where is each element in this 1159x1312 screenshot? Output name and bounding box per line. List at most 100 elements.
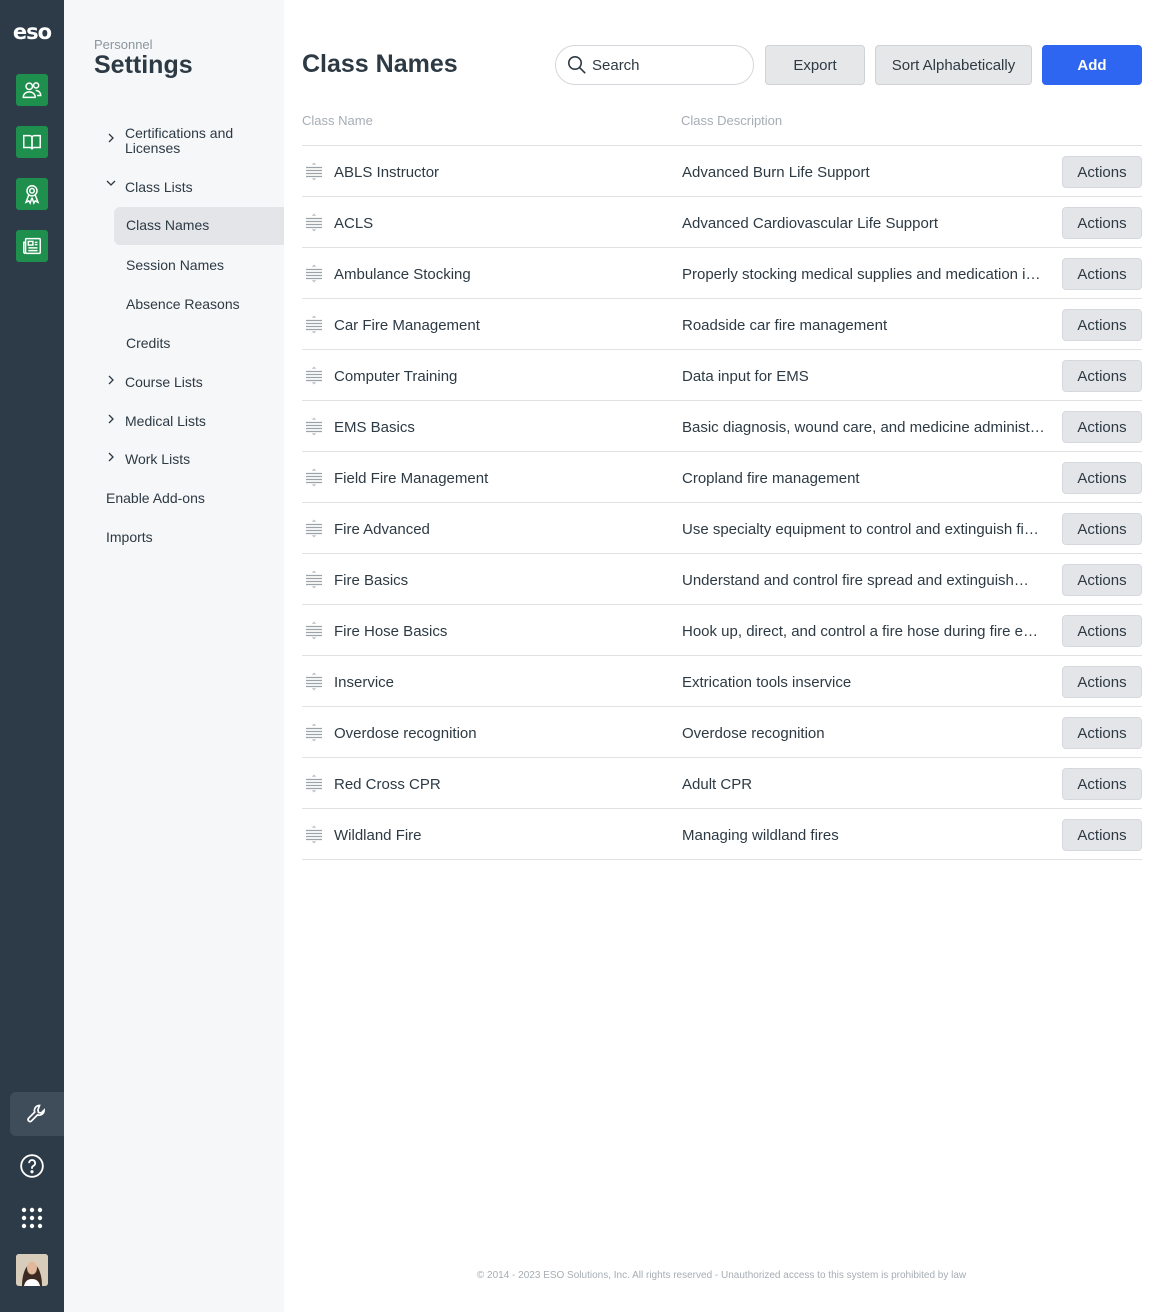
nav-item-work-lists[interactable]: Work Lists xyxy=(125,452,190,467)
class-description-cell: Use specialty equipment to control and e… xyxy=(682,521,1039,538)
column-header-class-name[interactable]: Class Name xyxy=(302,113,373,128)
actions-button[interactable]: Actions xyxy=(1062,615,1142,647)
avatar[interactable] xyxy=(16,1254,48,1286)
settings-nav: Personnel Settings Certifications and Li… xyxy=(64,0,284,1312)
wrench-icon[interactable] xyxy=(10,1092,64,1136)
nav-item-class-lists[interactable]: Class Lists xyxy=(125,180,193,195)
help-icon[interactable] xyxy=(0,1144,64,1188)
class-description-cell: Overdose recognition xyxy=(682,725,825,742)
class-name-cell: Ambulance Stocking xyxy=(334,266,471,283)
nav-item-imports[interactable]: Imports xyxy=(106,530,153,545)
table-row[interactable]: Fire Basics Understand and control fire s… xyxy=(302,554,1142,605)
class-name-cell: Fire Advanced xyxy=(334,521,430,538)
nav-item-credits[interactable]: Credits xyxy=(126,336,170,351)
drag-handle-icon[interactable] xyxy=(305,825,323,844)
drag-handle-icon[interactable] xyxy=(305,315,323,334)
nav-item-course-lists[interactable]: Course Lists xyxy=(125,375,203,390)
book-icon[interactable] xyxy=(16,126,48,158)
actions-button[interactable]: Actions xyxy=(1062,360,1142,392)
actions-button[interactable]: Actions xyxy=(1062,462,1142,494)
actions-button[interactable]: Actions xyxy=(1062,411,1142,443)
main-content: Class Names Export Sort Alphabetically A… xyxy=(284,0,1159,1312)
actions-button[interactable]: Actions xyxy=(1062,819,1142,851)
actions-button[interactable]: Actions xyxy=(1062,768,1142,800)
table-row[interactable]: Fire Advanced Use specialty equipment to … xyxy=(302,503,1142,554)
table-row[interactable]: Red Cross CPR Adult CPR Actions xyxy=(302,758,1142,809)
nav-item-certifications[interactable]: Certifications and Licenses xyxy=(125,126,265,156)
class-name-cell: ACLS xyxy=(334,215,374,232)
class-name-cell: Inservice xyxy=(334,674,395,691)
search-icon xyxy=(568,56,586,74)
drag-handle-icon[interactable] xyxy=(305,417,323,436)
drag-handle-icon[interactable] xyxy=(305,672,323,691)
class-name-cell: Red Cross CPR xyxy=(334,776,441,793)
nav-item-medical-lists[interactable]: Medical Lists xyxy=(125,414,206,429)
class-name-cell: Fire Hose Basics xyxy=(334,623,448,640)
chevron-right-icon[interactable] xyxy=(106,452,116,462)
class-description-cell: Properly stocking medical supplies and m… xyxy=(682,266,1041,283)
class-name-cell: ABLS Instructor xyxy=(334,164,440,181)
eso-logo[interactable]: eso xyxy=(0,20,64,44)
class-name-cell: Wildland Fire xyxy=(334,827,422,844)
award-icon[interactable] xyxy=(16,178,48,210)
chevron-right-icon[interactable] xyxy=(106,375,116,385)
nav-context: Personnel xyxy=(94,37,153,52)
table-row[interactable]: Overdose recognition Overdose recognition… xyxy=(302,707,1142,758)
drag-handle-icon[interactable] xyxy=(305,264,323,283)
nav-item-class-names[interactable]: Class Names xyxy=(114,207,284,245)
table-row[interactable]: Wildland Fire Managing wildland fires Acti… xyxy=(302,809,1142,860)
app-grid-icon[interactable] xyxy=(0,1196,64,1240)
app-rail: eso xyxy=(0,0,64,1312)
column-header-class-description[interactable]: Class Description xyxy=(681,113,782,128)
table-row[interactable]: Inservice Extrication tools inservice Acti… xyxy=(302,656,1142,707)
footer-copyright: © 2014 - 2023 ESO Solutions, Inc. All ri… xyxy=(476,1270,967,1281)
class-description-cell: Advanced Cardiovascular Life Support xyxy=(682,215,938,232)
nav-title: Settings xyxy=(94,51,193,79)
export-button[interactable]: Export xyxy=(765,45,865,85)
actions-button[interactable]: Actions xyxy=(1062,156,1142,188)
nav-item-session-names[interactable]: Session Names xyxy=(126,258,224,273)
chevron-right-icon[interactable] xyxy=(106,414,116,424)
table-row[interactable]: ABLS Instructor Advanced Burn Life Suppor… xyxy=(302,146,1142,197)
actions-button[interactable]: Actions xyxy=(1062,666,1142,698)
drag-handle-icon[interactable] xyxy=(305,366,323,385)
class-description-cell: Cropland fire management xyxy=(682,470,860,487)
drag-handle-icon[interactable] xyxy=(305,162,323,181)
class-name-cell: Computer Training xyxy=(334,368,458,385)
actions-button[interactable]: Actions xyxy=(1062,564,1142,596)
chevron-right-icon[interactable] xyxy=(106,133,116,143)
class-description-cell: Data input for EMS xyxy=(682,368,809,385)
chevron-down-icon[interactable] xyxy=(106,178,116,188)
actions-button[interactable]: Actions xyxy=(1062,309,1142,341)
class-description-cell: Basic diagnosis, wound care, and medicin… xyxy=(682,419,1045,436)
class-description-cell: Extrication tools inservice xyxy=(682,674,852,691)
add-button[interactable]: Add xyxy=(1042,45,1142,85)
table-row[interactable]: Ambulance Stocking Properly stocking medi… xyxy=(302,248,1142,299)
people-icon[interactable] xyxy=(16,74,48,106)
drag-handle-icon[interactable] xyxy=(305,774,323,793)
table-row[interactable]: Fire Hose Basics Hook up, direct, and con… xyxy=(302,605,1142,656)
actions-button[interactable]: Actions xyxy=(1062,258,1142,290)
actions-button[interactable]: Actions xyxy=(1062,717,1142,749)
drag-handle-icon[interactable] xyxy=(305,213,323,232)
drag-handle-icon[interactable] xyxy=(305,621,323,640)
table-row[interactable]: Computer Training Data input for EMS Actio… xyxy=(302,350,1142,401)
drag-handle-icon[interactable] xyxy=(305,723,323,742)
class-name-cell: Car Fire Management xyxy=(334,317,480,334)
drag-handle-icon[interactable] xyxy=(305,468,323,487)
search-box[interactable] xyxy=(555,45,754,85)
table-row[interactable]: Field Fire Management Cropland fire manag… xyxy=(302,452,1142,503)
page-title: Class Names xyxy=(302,50,458,78)
sort-alphabetically-button[interactable]: Sort Alphabetically xyxy=(875,45,1032,85)
drag-handle-icon[interactable] xyxy=(305,570,323,589)
nav-item-enable-add-ons[interactable]: Enable Add-ons xyxy=(106,491,205,506)
actions-button[interactable]: Actions xyxy=(1062,513,1142,545)
table-row[interactable]: EMS Basics Basic diagnosis, wound care, a… xyxy=(302,401,1142,452)
table-row[interactable]: ACLS Advanced Cardiovascular Life Support… xyxy=(302,197,1142,248)
nav-item-absence-reasons[interactable]: Absence Reasons xyxy=(126,297,240,312)
drag-handle-icon[interactable] xyxy=(305,519,323,538)
search-input[interactable] xyxy=(592,56,742,74)
news-icon[interactable] xyxy=(16,230,48,262)
actions-button[interactable]: Actions xyxy=(1062,207,1142,239)
table-row[interactable]: Car Fire Management Roadside car fire man… xyxy=(302,299,1142,350)
